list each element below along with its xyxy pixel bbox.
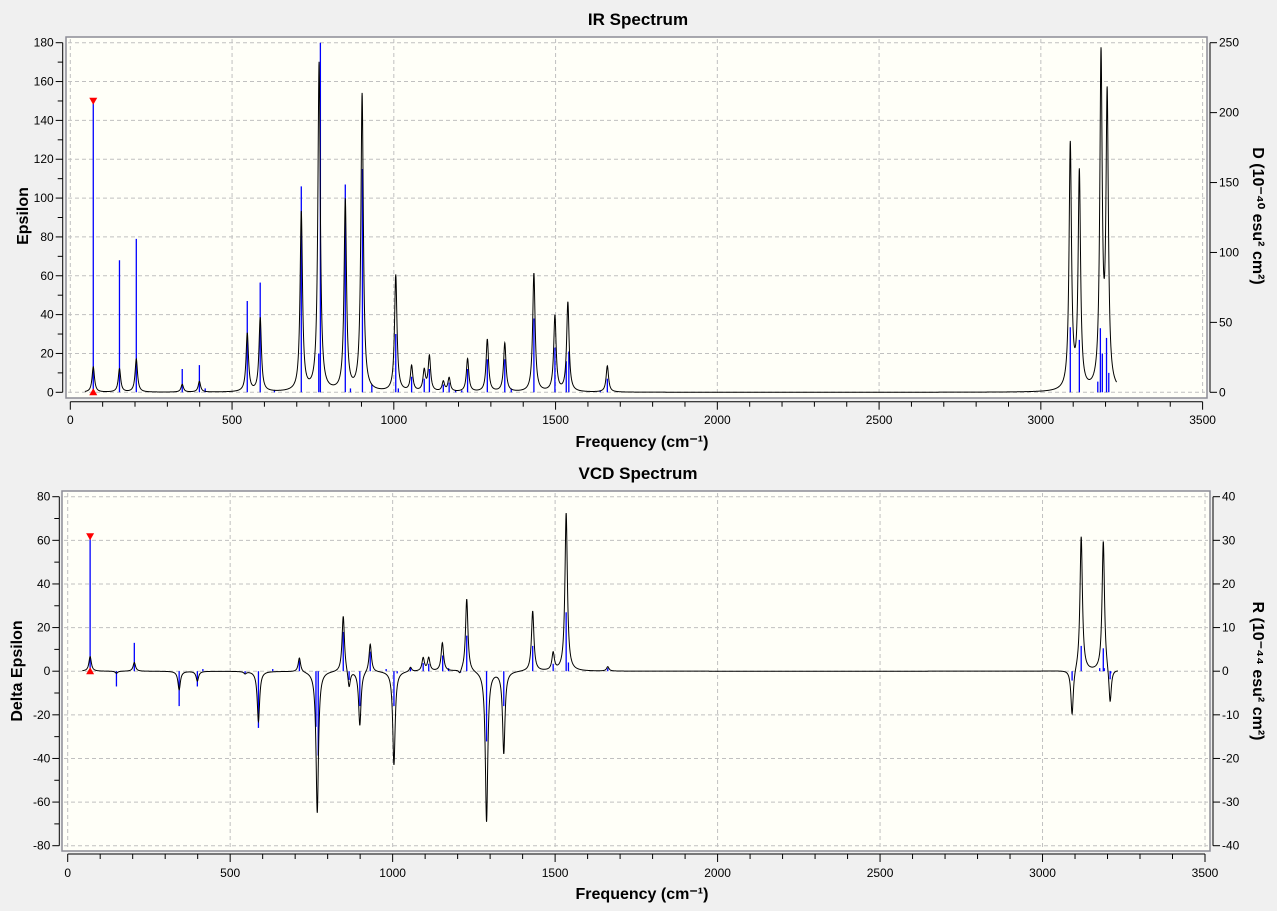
ir-y2-tick-label: 100 [1219, 245, 1239, 259]
ir-y-tick-label: 80 [40, 230, 54, 244]
vcd-y-tick-label: 20 [37, 621, 51, 635]
ir-title: IR Spectrum [588, 10, 688, 29]
vcd-y2-tick-label: -20 [1222, 751, 1240, 765]
vcd-y-tick-label: 80 [37, 490, 51, 504]
vcd-x-axis-label: Frequency (cm⁻¹) [576, 886, 709, 903]
vcd-y2-tick-label: 40 [1222, 490, 1236, 504]
vcd-x-tick-label: 3500 [1192, 866, 1219, 880]
ir-x-tick-label: 3000 [1027, 413, 1054, 427]
vcd-x-tick-label: 3000 [1029, 866, 1056, 880]
vcd-x-tick-label: 500 [220, 866, 240, 880]
ir-y-tick-label: 0 [47, 385, 54, 399]
vcd-y-tick-label: -60 [33, 795, 51, 809]
ir-y-tick-label: 60 [40, 269, 54, 283]
vcd-y-tick-label: -80 [33, 839, 51, 853]
ir-y-tick-label: 180 [34, 36, 54, 50]
vcd-y2-axis-label: R (10⁻⁴⁴ esu² cm²) [1249, 602, 1266, 741]
vcd-y2-tick-label: 0 [1222, 664, 1229, 678]
vcd-y2-tick-label: -40 [1222, 839, 1240, 853]
vcd-title: VCD Spectrum [578, 464, 697, 483]
ir-y2-tick-label: 200 [1219, 106, 1239, 120]
vcd-y-tick-label: 0 [44, 664, 51, 678]
vcd-y-tick-label: 60 [37, 533, 51, 547]
ir-y-tick-label: 20 [40, 346, 54, 360]
spectra-figure: IR Spectrum Frequency (cm⁻¹) Epsilon D (… [0, 0, 1277, 911]
vcd-x-tick-label: 0 [64, 866, 71, 880]
ir-y-tick-label: 140 [34, 113, 54, 127]
vcd-y-tick-label: -20 [33, 708, 51, 722]
vcd-x-tick-label: 2500 [867, 866, 894, 880]
vcd-y-tick-label: 40 [37, 577, 51, 591]
ir-x-tick-label: 2500 [866, 413, 893, 427]
ir-y-tick-label: 100 [34, 191, 54, 205]
vcd-y2-tick-label: 10 [1222, 621, 1236, 635]
ir-y-axis-label: Epsilon [15, 187, 32, 245]
ir-y2-tick-label: 150 [1219, 176, 1239, 190]
ir-x-tick-label: 1500 [542, 413, 569, 427]
ir-x-axis-label: Frequency (cm⁻¹) [576, 434, 709, 451]
ir-x-tick-label: 2000 [704, 413, 731, 427]
vcd-x-tick-label: 1500 [542, 866, 569, 880]
vcd-y-axis-label: Delta Epsilon [9, 620, 26, 721]
ir-x-tick-label: 3500 [1189, 413, 1216, 427]
ir-y-tick-label: 120 [34, 152, 54, 166]
ir-plot-area [65, 36, 1208, 399]
ir-y2-tick-label: 0 [1219, 385, 1226, 399]
vcd-y2-tick-label: -30 [1222, 795, 1240, 809]
ir-x-tick-label: 0 [67, 413, 74, 427]
vcd-y2-tick-label: -10 [1222, 708, 1240, 722]
vcd-y2-tick-label: 20 [1222, 577, 1236, 591]
vcd-spectrum-panel: VCD Spectrum Frequency (cm⁻¹) Delta Epsi… [9, 464, 1266, 903]
vcd-x-tick-label: 1000 [379, 866, 406, 880]
ir-y2-tick-label: 250 [1219, 36, 1239, 50]
ir-y-tick-label: 40 [40, 308, 54, 322]
ir-y-tick-label: 160 [34, 75, 54, 89]
ir-y2-axis-label: D (10⁻⁴⁰ esu² cm²) [1249, 147, 1266, 284]
ir-spectrum-panel: IR Spectrum Frequency (cm⁻¹) Epsilon D (… [15, 10, 1266, 451]
ir-x-tick-label: 1000 [380, 413, 407, 427]
vcd-y2-tick-label: 30 [1222, 533, 1236, 547]
vcd-x-tick-label: 2000 [704, 866, 731, 880]
ir-y2-tick-label: 50 [1219, 315, 1233, 329]
vcd-y-tick-label: -40 [33, 751, 51, 765]
ir-x-tick-label: 500 [222, 413, 242, 427]
